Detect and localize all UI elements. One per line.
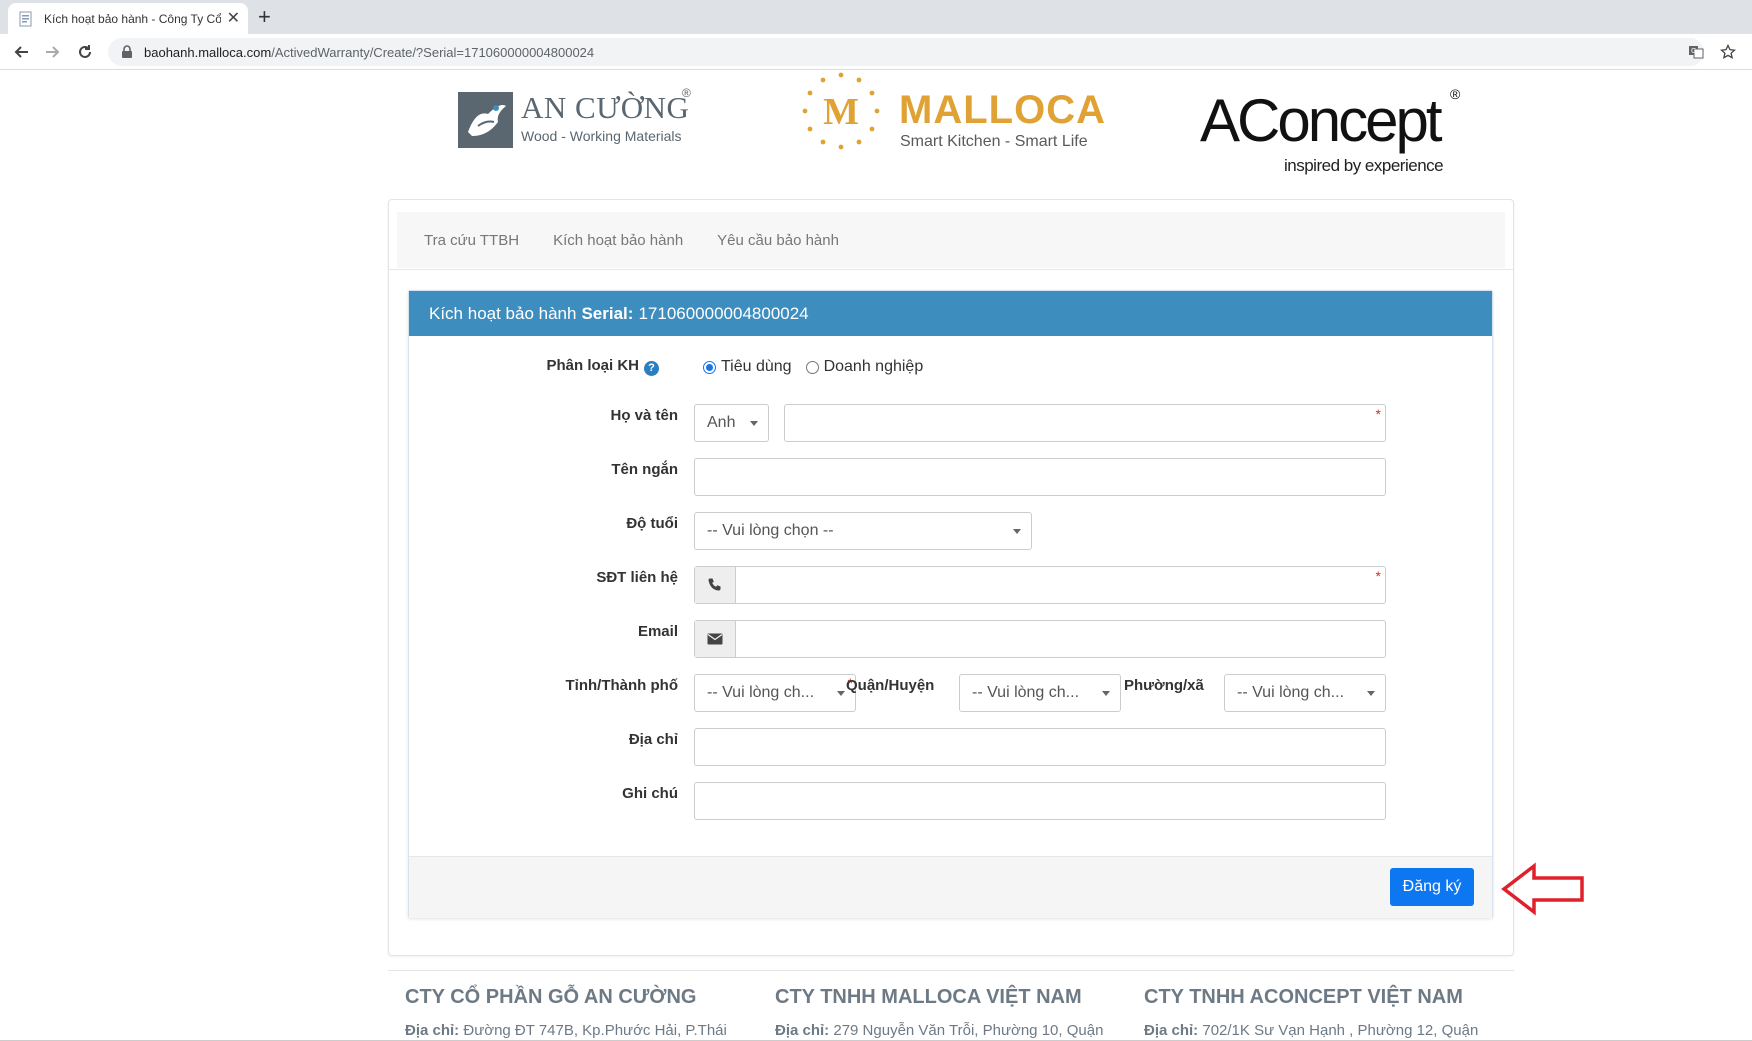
- email-input[interactable]: [694, 620, 1386, 658]
- district-select-value: -- Vui lòng ch...: [972, 684, 1080, 701]
- company-address: Địa chỉ: 702/1K Sư Vạn Hạnh , Phường 12,…: [1144, 1022, 1479, 1039]
- company-name: CTY TNHH ACONCEPT VIỆT NAM: [1144, 986, 1463, 1008]
- required-mark: *: [1375, 568, 1381, 584]
- new-tab-icon[interactable]: +: [258, 5, 271, 29]
- chevron-down-icon: [1102, 691, 1110, 696]
- radio-business-label: Doanh nghiệp: [823, 358, 924, 375]
- aconcept-tagline: inspired by experience: [1284, 156, 1444, 175]
- note-label: Ghi chú: [622, 785, 678, 802]
- full-name-label: Họ và tên: [610, 407, 678, 424]
- phone-input[interactable]: *: [694, 566, 1386, 604]
- nav-lookup-link[interactable]: Tra cứu TTBH: [424, 232, 519, 249]
- nav-activate-link[interactable]: Kích hoạt bảo hành: [553, 232, 683, 249]
- serial-label: Serial:: [581, 303, 634, 323]
- ancuong-tagline: Wood - Working Materials: [521, 128, 682, 144]
- back-icon[interactable]: [10, 41, 32, 63]
- main-nav: Tra cứu TTBH Kích hoạt bảo hành Yêu cầu …: [397, 212, 1505, 268]
- company-address: Địa chỉ: Đường ĐT 747B, Kp.Phước Hải, P.…: [405, 1022, 727, 1039]
- ancuong-emblem-icon: [458, 92, 513, 148]
- title-select-value: Anh: [707, 414, 736, 431]
- ward-label: Phường/xã: [1124, 677, 1204, 694]
- url-text: baohanh.malloca.com/ActivedWarranty/Crea…: [144, 44, 595, 60]
- browser-toolbar: baohanh.malloca.com/ActivedWarranty/Crea…: [0, 34, 1752, 70]
- panel-title: Kích hoạt bảo hành: [429, 303, 577, 323]
- radio-consumer[interactable]: [703, 360, 716, 374]
- footer-company-ancuong: CTY CỔ PHẦN GỖ AN CƯỜNG Địa chỉ: Đường Đ…: [405, 986, 755, 1039]
- company-name: CTY TNHH MALLOCA VIỆT NAM: [775, 986, 1082, 1008]
- tab-close-icon[interactable]: ✕: [227, 10, 240, 27]
- address-label: Địa chỉ: [628, 731, 678, 748]
- bookmark-star-icon[interactable]: [1718, 43, 1738, 61]
- chevron-down-icon: [837, 691, 845, 696]
- svg-text:G: G: [1691, 47, 1696, 55]
- aconcept-name: AConcept: [1200, 87, 1442, 154]
- help-icon[interactable]: ?: [644, 361, 659, 376]
- chevron-down-icon: [1013, 529, 1021, 534]
- footer-company-aconcept: CTY TNHH ACONCEPT VIỆT NAM Địa chỉ: 702/…: [1144, 986, 1494, 1039]
- registered-mark: ®: [1450, 86, 1461, 102]
- phone-icon: [695, 567, 736, 603]
- serial-value: 171060000004800024: [638, 303, 809, 323]
- district-label: Quận/Huyện: [846, 677, 935, 694]
- province-select[interactable]: -- Vui lòng ch... *: [694, 674, 856, 712]
- district-select[interactable]: -- Vui lòng ch...: [959, 674, 1121, 712]
- customer-type-radios: Tiêu dùng Doanh nghiệp: [703, 358, 923, 376]
- company-address: Địa chỉ: 279 Nguyễn Văn Trỗi, Phường 10,…: [775, 1022, 1104, 1039]
- panel-footer: [409, 856, 1492, 918]
- page-favicon-icon: [19, 11, 32, 26]
- customer-type-label: Phân loại KH?: [546, 357, 659, 376]
- lock-icon: [122, 45, 132, 58]
- malloca-tagline: Smart Kitchen - Smart Life: [900, 133, 1088, 150]
- short-name-input[interactable]: [694, 458, 1386, 496]
- company-name: CTY CỔ PHẦN GỖ AN CƯỜNG: [405, 986, 697, 1008]
- required-mark: *: [1375, 406, 1381, 422]
- tab-title: Kích hoạt bảo hành - Công Ty Cổ: [44, 11, 221, 26]
- browser-tab[interactable]: Kích hoạt bảo hành - Công Ty Cổ ✕: [8, 3, 248, 34]
- nav-request-link[interactable]: Yêu cầu bảo hành: [717, 232, 839, 249]
- radio-consumer-label: Tiêu dùng: [721, 358, 792, 375]
- browser-tabstrip: Kích hoạt bảo hành - Công Ty Cổ ✕ +: [0, 0, 1752, 34]
- nav-divider: [389, 269, 1513, 270]
- footer-company-malloca: CTY TNHH MALLOCA VIỆT NAM Địa chỉ: 279 N…: [775, 986, 1125, 1039]
- ancuong-name: AN CƯỜNG: [521, 90, 690, 125]
- ward-select-value: -- Vui lòng ch...: [1237, 684, 1345, 701]
- reload-icon[interactable]: [74, 41, 96, 63]
- province-select-value: -- Vui lòng ch...: [707, 684, 815, 701]
- forward-icon[interactable]: [42, 41, 64, 63]
- province-label: Tỉnh/Thành phố: [565, 677, 678, 694]
- malloca-emblem-icon: M: [802, 72, 880, 150]
- malloca-letter: M: [823, 91, 859, 133]
- short-name-label: Tên ngắn: [611, 461, 678, 478]
- address-input[interactable]: [694, 728, 1386, 766]
- register-button[interactable]: Đăng ký: [1390, 868, 1474, 906]
- malloca-name: MALLOCA: [899, 88, 1106, 132]
- age-select[interactable]: -- Vui lòng chọn --: [694, 512, 1032, 550]
- radio-business[interactable]: [805, 360, 819, 374]
- malloca-logo[interactable]: M MALLOCA Smart Kitchen - Smart Life: [800, 70, 1110, 152]
- ward-select[interactable]: -- Vui lòng ch...: [1224, 674, 1386, 712]
- phone-label: SĐT liên hệ: [596, 569, 678, 586]
- footer-divider: [388, 970, 1514, 971]
- address-bar[interactable]: baohanh.malloca.com/ActivedWarranty/Crea…: [108, 38, 1704, 66]
- translate-icon[interactable]: G: [1686, 43, 1706, 61]
- age-select-value: -- Vui lòng chọn --: [707, 522, 834, 539]
- chevron-down-icon: [750, 421, 758, 426]
- annotation-arrow-icon: [1501, 862, 1584, 916]
- chevron-down-icon: [1367, 691, 1375, 696]
- age-label: Độ tuổi: [626, 515, 678, 532]
- panel-header: Kích hoạt bảo hành Serial: 1710600000048…: [409, 291, 1492, 336]
- full-name-input[interactable]: *: [784, 404, 1386, 442]
- envelope-icon: [695, 621, 736, 657]
- ancuong-logo[interactable]: AN CƯỜNG ® Wood - Working Materials: [458, 86, 698, 158]
- aconcept-logo[interactable]: AConcept ® inspired by experience: [1200, 86, 1470, 178]
- email-label: Email: [637, 623, 678, 640]
- activation-panel: Kích hoạt bảo hành Serial: 1710600000048…: [408, 290, 1493, 918]
- registered-mark: ®: [682, 86, 691, 100]
- note-input[interactable]: [694, 782, 1386, 820]
- title-select[interactable]: Anh: [694, 404, 769, 442]
